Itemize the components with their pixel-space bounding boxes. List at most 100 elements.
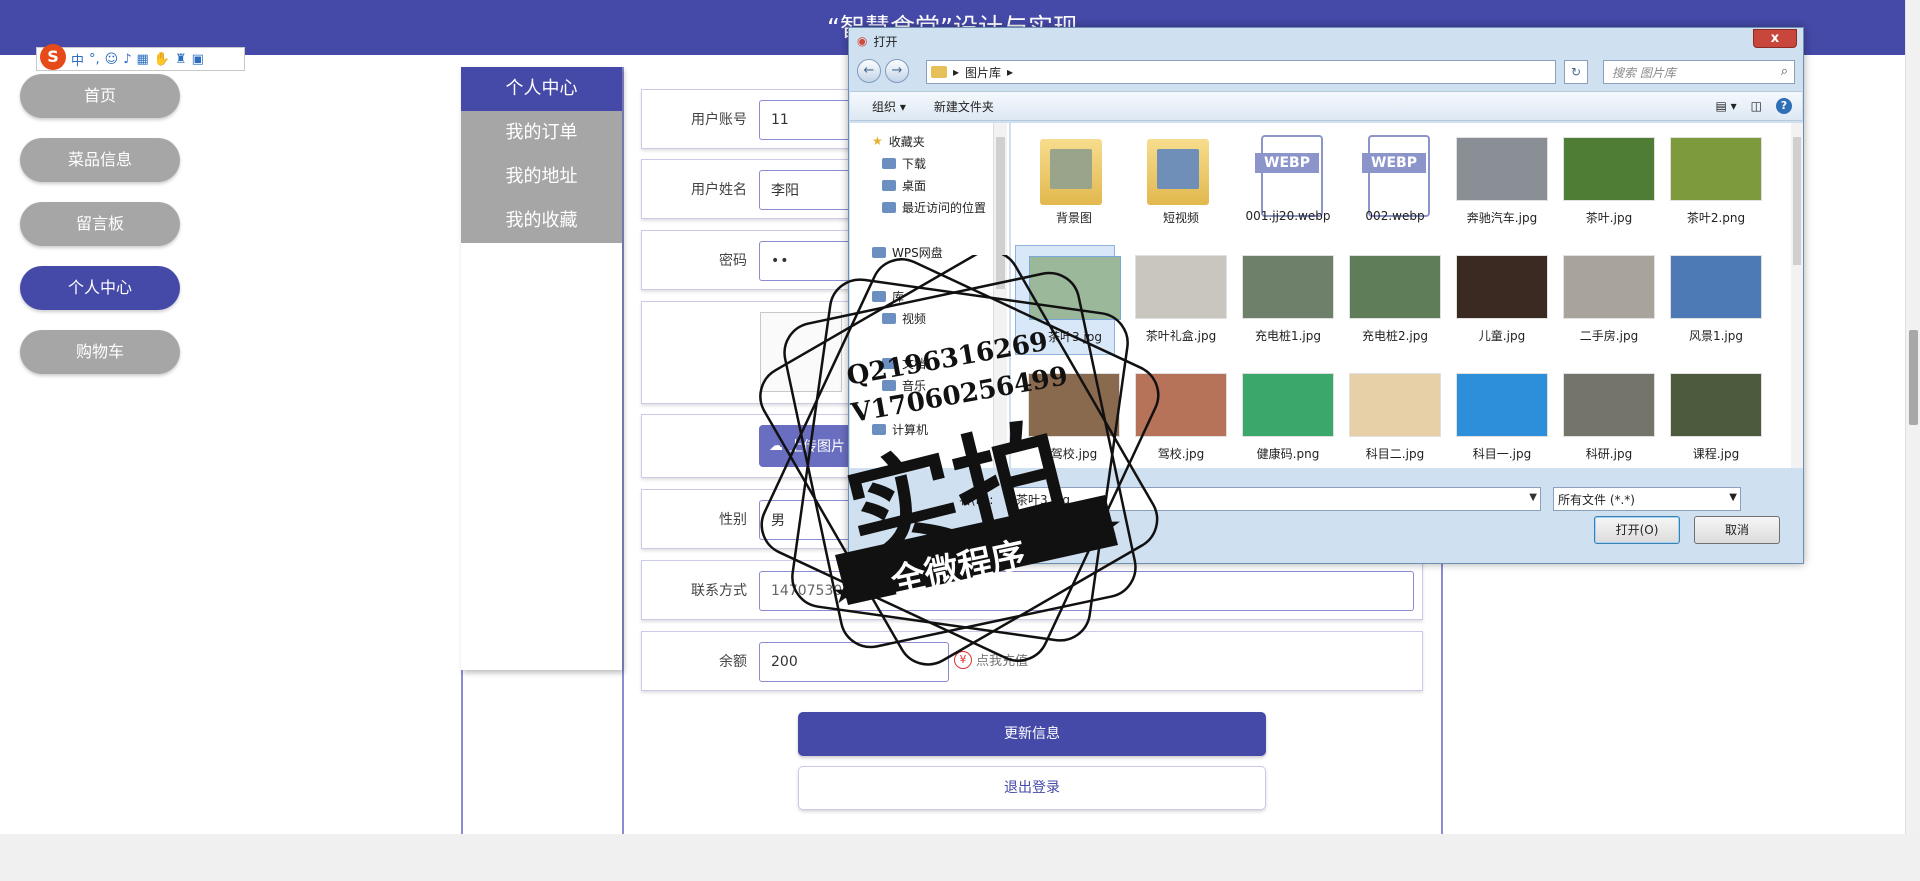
file-item[interactable]: 科目一.jpg [1443,363,1548,468]
cloud-upload-icon: ☁ [769,438,783,454]
logout-button[interactable]: 退出登录 [798,766,1266,810]
preview-pane-icon[interactable]: ◫ [1751,99,1762,113]
tree-favorites[interactable]: ★ 收藏夹 [872,131,925,151]
open-button[interactable]: 打开(O) [1594,516,1680,544]
recent-icon [882,201,896,213]
tree-library[interactable]: 库 [872,286,904,306]
image-thumbnail [1456,255,1548,319]
phone-label: 联系方式 [691,583,747,599]
search-input[interactable]: 搜索 图片库 ⌕ [1603,60,1795,84]
account-label: 用户账号 [691,112,747,128]
keyboard-icon[interactable]: ▦ [137,52,149,67]
cancel-button[interactable]: 取消 [1694,516,1780,544]
submenu-profile[interactable]: 个人中心 [461,67,622,111]
new-folder-button[interactable]: 新建文件夹 [934,98,994,115]
hand-icon[interactable]: ✋ [154,52,170,67]
library-icon [931,66,947,78]
update-button[interactable]: 更新信息 [798,712,1266,756]
organize-menu[interactable]: 组织 ▾ [872,98,906,115]
nav-tree: ★ 收藏夹 下载 桌面 最近访问的位置 WPS网盘 库 视频 文档 音乐 计算机 [850,123,1010,468]
file-item[interactable]: 课程.jpg [1657,363,1762,468]
yuan-icon: ¥ [954,650,972,669]
folder-icon [1040,139,1102,205]
file-item[interactable]: WEBP 001.jj20.webp [1229,127,1330,237]
file-item[interactable]: 充电桩2.jpg [1336,245,1441,355]
file-grid-scrollbar[interactable] [1791,123,1803,468]
file-item[interactable]: 科研.jpg [1550,363,1655,468]
file-item[interactable]: 茶叶礼盒.jpg [1122,245,1227,355]
recharge-link[interactable]: ¥ 点我充值 [954,650,1028,669]
address-row: ← → ▸ 图片库 ▸ ↻ 搜索 图片库 ⌕ [855,59,1795,85]
file-grid: 背景图 短视频 WEBP 001.jj20.webp WEBP 002.webp 奔驰汽车.… [1011,123,1791,468]
name-label: 用户姓名 [691,182,747,198]
file-item[interactable]: WEBP 002.webp [1336,127,1436,237]
nav-messages[interactable]: 留言板 [20,202,180,246]
nav-home[interactable]: 首页 [20,74,180,118]
file-item[interactable]: 茶叶.jpg [1550,127,1655,237]
dialog-toolbar: 组织 ▾ 新建文件夹 ▤ ▾ ◫ ? [850,91,1802,121]
file-item[interactable]: 茶叶3.jpg [1015,245,1121,355]
balance-input[interactable]: 200 [759,642,949,682]
file-item[interactable]: 健康码.png [1229,363,1334,468]
dialog-close-button[interactable]: x [1753,29,1797,48]
tree-music[interactable]: 音乐 [882,375,926,395]
filetype-select[interactable]: 所有文件 (*.*) ▼ [1553,487,1741,511]
file-item[interactable]: 驾校.jpg [1015,363,1120,468]
file-item[interactable]: 背景图 [1015,127,1115,237]
tree-desktop[interactable]: 桌面 [882,175,926,195]
tree-scrollbar[interactable] [993,123,1007,468]
ime-punct[interactable]: °, [89,52,100,67]
search-icon[interactable]: ⌕ [1781,64,1788,79]
submenu-orders[interactable]: 我的订单 [461,111,622,155]
file-name: 驾校.jpg [1050,447,1098,461]
phone-input[interactable]: 14707530000 [759,571,1414,611]
shirt-icon[interactable]: ♜ [175,52,187,67]
file-item[interactable]: 茶叶2.png [1657,127,1762,237]
view-options-icon[interactable]: ▤ ▾ [1715,99,1736,113]
file-item[interactable]: 充电桩1.jpg [1229,245,1334,355]
tree-wps[interactable]: WPS网盘 [872,242,943,262]
ime-toolbar[interactable]: S 中 °, ☺ ♪ ▦ ✋ ♜ ▣ [36,44,245,71]
nav-cart[interactable]: 购物车 [20,330,180,374]
address-bar[interactable]: ▸ 图片库 ▸ [926,60,1556,84]
refresh-icon[interactable]: ↻ [1564,60,1588,84]
forward-arrow-icon[interactable]: → [885,59,909,83]
back-arrow-icon[interactable]: ← [857,59,881,83]
desktop-icon [882,179,896,191]
file-grid-scroll-thumb[interactable] [1793,137,1801,265]
cloud-drive-icon [872,246,886,258]
file-name: 驾校.jpg [1157,447,1205,461]
dialog-titlebar[interactable]: ◉ 打开 [849,28,1803,54]
nav-dishes[interactable]: 菜品信息 [20,138,180,182]
tree-recent[interactable]: 最近访问的位置 [882,197,986,217]
tree-scroll-thumb[interactable] [996,137,1005,289]
filename-input[interactable]: 茶叶3.jpg ▼ [1009,487,1541,511]
grid-icon[interactable]: ▣ [192,52,204,67]
file-item[interactable]: 科目二.jpg [1336,363,1441,468]
image-thumbnail [1456,373,1548,437]
file-item[interactable]: 奔驰汽车.jpg [1443,127,1548,237]
file-item[interactable]: 短视频 [1122,127,1222,237]
tree-computer[interactable]: 计算机 [872,419,928,439]
nav-profile[interactable]: 个人中心 [20,266,180,310]
page-scrollbar[interactable] [1905,0,1920,834]
ime-logo-icon[interactable]: S [40,44,66,70]
help-icon[interactable]: ? [1776,98,1792,114]
ime-mode[interactable]: 中 [71,50,84,69]
breadcrumb[interactable]: 图片库 [965,64,1001,81]
file-item[interactable]: 驾校.jpg [1122,363,1227,468]
page-scroll-thumb[interactable] [1909,330,1918,425]
chevron-down-icon[interactable]: ▼ [1529,492,1537,503]
chevron-down-icon[interactable]: ▼ [1729,492,1737,503]
tree-label: 收藏夹 [888,134,925,149]
submenu-address[interactable]: 我的地址 [461,155,622,199]
tree-downloads[interactable]: 下载 [882,153,926,173]
file-item[interactable]: 二手房.jpg [1550,245,1655,355]
microphone-icon[interactable]: ♪ [123,52,131,67]
file-item[interactable]: 儿童.jpg [1443,245,1548,355]
emoji-icon[interactable]: ☺ [105,52,119,67]
file-item[interactable]: 风景1.jpg [1657,245,1762,355]
submenu-favorites[interactable]: 我的收藏 [461,199,622,243]
tree-video[interactable]: 视频 [882,308,926,328]
tree-docs[interactable]: 文档 [882,353,926,373]
